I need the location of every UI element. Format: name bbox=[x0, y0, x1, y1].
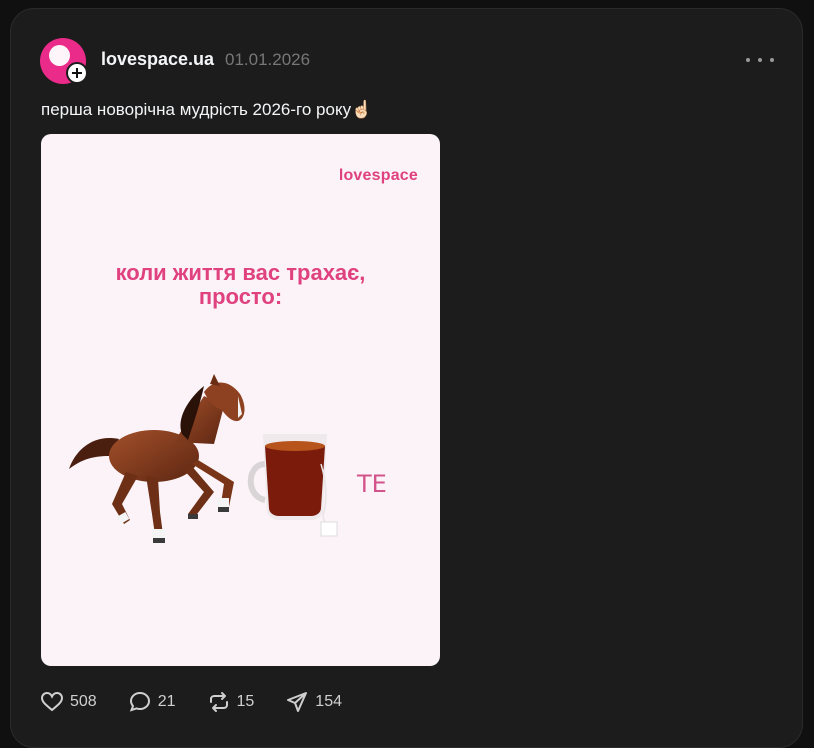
more-icon[interactable] bbox=[746, 52, 774, 68]
image-headline: коли життя вас трахає, просто: bbox=[41, 261, 440, 309]
username[interactable]: lovespace.ua bbox=[101, 49, 214, 70]
heart-icon bbox=[40, 691, 64, 712]
brand-logo: lovespace bbox=[338, 167, 418, 184]
repost-icon bbox=[209, 692, 228, 712]
repost-count: 15 bbox=[236, 693, 255, 710]
share-button[interactable]: 154 bbox=[285, 690, 342, 714]
post-caption: перша новорічна мудрість 2026-го року☝🏻 bbox=[41, 100, 373, 119]
comment-icon bbox=[129, 691, 150, 712]
like-button[interactable]: 508 bbox=[40, 690, 97, 714]
post-date[interactable]: 01.01.2026 bbox=[225, 50, 310, 70]
headline-line-1: коли життя вас трахає, bbox=[115, 260, 366, 285]
repost-button[interactable]: 15 bbox=[207, 690, 255, 714]
share-icon bbox=[287, 692, 308, 712]
post-image[interactable]: lovespace коли життя вас трахає, просто: bbox=[41, 134, 440, 666]
avatar-logo-mark bbox=[49, 45, 70, 66]
tea-mug-illustration bbox=[247, 434, 338, 537]
comment-count: 21 bbox=[157, 693, 176, 710]
tea-label: ТЕ bbox=[357, 470, 387, 498]
horse-illustration bbox=[69, 374, 245, 543]
plus-icon[interactable] bbox=[66, 62, 88, 84]
comment-button[interactable]: 21 bbox=[128, 690, 176, 714]
headline-line-2: просто: bbox=[198, 284, 283, 309]
share-count: 154 bbox=[315, 693, 342, 710]
action-bar: 508 21 15 154 bbox=[40, 690, 373, 714]
like-count: 508 bbox=[70, 693, 97, 710]
